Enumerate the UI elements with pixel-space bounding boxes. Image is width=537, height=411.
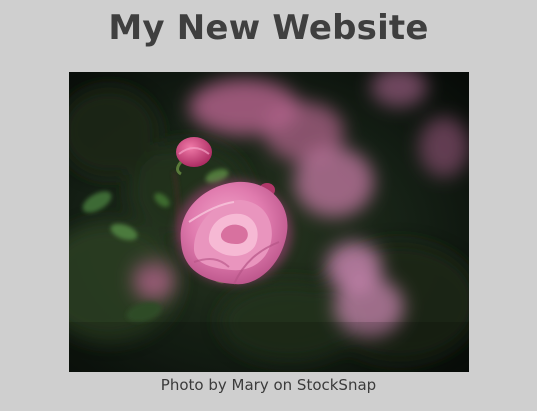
rose-photo	[69, 72, 469, 372]
rose-photo-image	[69, 72, 469, 372]
photo-caption: Photo by Mary on StockSnap	[160, 376, 377, 394]
page: My New Website Photo by Mary on StockSna…	[0, 0, 537, 411]
page-title: My New Website	[108, 8, 429, 48]
